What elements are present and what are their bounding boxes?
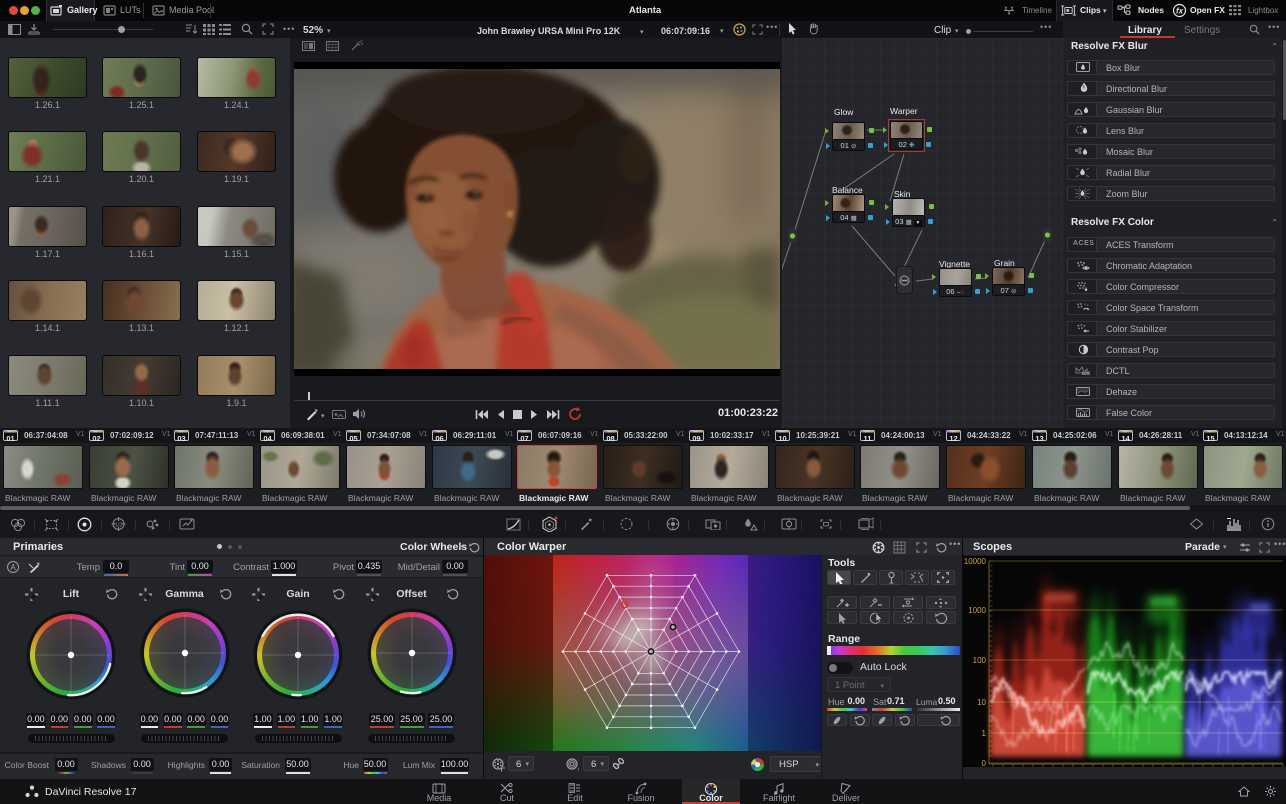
svg-text:10: 10 [977,698,986,707]
svg-text:1000: 1000 [968,606,986,615]
svg-text:DCTL: DCTL [1082,371,1091,375]
svg-text:100: 100 [973,656,987,665]
svg-text:i: i [578,767,579,772]
svg-text:fx: fx [1176,6,1184,15]
svg-text:10000: 10000 [964,557,987,566]
svg-text:0: 0 [982,759,987,768]
svg-text:1/2: 1/2 [115,523,123,529]
svg-text:1: 1 [982,729,987,738]
